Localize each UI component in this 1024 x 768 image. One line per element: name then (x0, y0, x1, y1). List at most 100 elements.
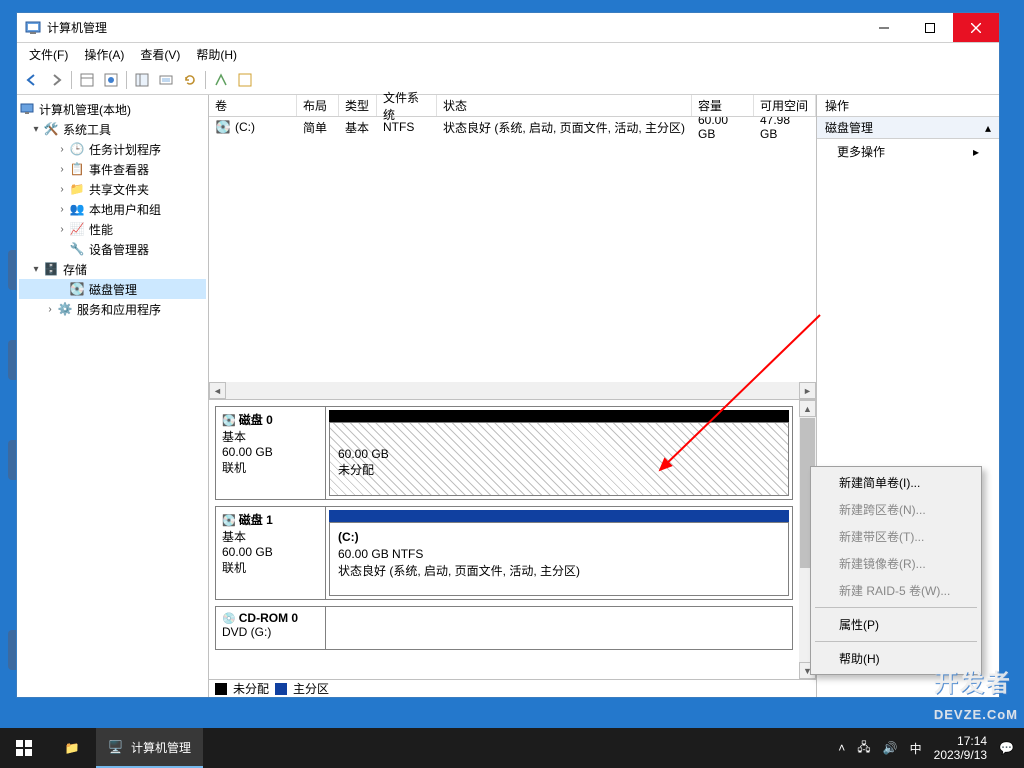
scroll-left-button[interactable]: ◄ (209, 382, 226, 399)
minimize-button[interactable] (861, 13, 907, 42)
menu-new-simple-volume[interactable]: 新建简单卷(I)... (813, 469, 979, 496)
toolbar-button[interactable] (155, 69, 177, 91)
menu-separator (815, 607, 977, 608)
disk1-partition-c[interactable]: (C:) 60.00 GB NTFS 状态良好 (系统, 启动, 页面文件, 活… (326, 507, 792, 599)
start-button[interactable] (0, 728, 48, 768)
tree-label: 本地用户和组 (89, 201, 161, 218)
col-capacity[interactable]: 容量 (692, 95, 754, 116)
taskbar-explorer[interactable]: 📁 (48, 728, 96, 768)
col-layout[interactable]: 布局 (297, 95, 339, 116)
hscrollbar[interactable]: ◄ ► (209, 382, 816, 399)
col-volume[interactable]: 卷 (209, 95, 297, 116)
disk-row-0: 💽 磁盘 0 基本 60.00 GB 联机 60.00 GB 未分配 (215, 406, 793, 500)
titlebar[interactable]: 计算机管理 (17, 13, 999, 43)
primary-stripe (329, 510, 789, 522)
system-tray: ˄ 🖧 🔊 中 17:14 2023/9/13 💬 (838, 728, 1024, 768)
collapse-icon[interactable]: ▾ (29, 264, 43, 275)
close-button[interactable] (953, 13, 999, 42)
col-status[interactable]: 状态 (437, 95, 692, 116)
tree-label: 性能 (89, 221, 113, 238)
menu-help[interactable]: 帮助(H) (188, 44, 245, 65)
toolbar-button[interactable] (210, 69, 232, 91)
app-icon: 🖥️ (108, 740, 123, 754)
legend-label: 未分配 (233, 680, 269, 697)
tree-root[interactable]: 计算机管理(本地) (19, 99, 206, 119)
tree-performance[interactable]: ›📈性能 (19, 219, 206, 239)
tree-label: 任务计划程序 (89, 141, 161, 158)
toolbar-button[interactable] (131, 69, 153, 91)
toolbar-button[interactable] (100, 69, 122, 91)
tray-ime[interactable]: 中 (910, 740, 922, 757)
tree-label: 磁盘管理 (89, 281, 137, 298)
disk-info-0[interactable]: 💽 磁盘 0 基本 60.00 GB 联机 (216, 407, 326, 499)
toolbar (17, 65, 999, 95)
center-pane: 卷 布局 类型 文件系统 状态 容量 可用空间 💽(C:) 简单 基本 NTFS… (209, 95, 817, 697)
disk-info-cdrom[interactable]: 💿 CD-ROM 0 DVD (G:) (216, 607, 326, 649)
collapse-icon[interactable]: ▾ (29, 124, 43, 135)
disk0-partition-unallocated[interactable]: 60.00 GB 未分配 (326, 407, 792, 499)
menu-new-striped-volume: 新建带区卷(T)... (813, 523, 979, 550)
volume-header: 卷 布局 类型 文件系统 状态 容量 可用空间 (209, 95, 816, 117)
volume-row[interactable]: 💽(C:) 简单 基本 NTFS 状态良好 (系统, 启动, 页面文件, 活动,… (209, 117, 816, 137)
forward-button[interactable] (45, 69, 67, 91)
menu-new-spanned-volume: 新建跨区卷(N)... (813, 496, 979, 523)
menu-view[interactable]: 查看(V) (132, 44, 188, 65)
tray-time[interactable]: 17:14 (934, 734, 987, 748)
menu-file[interactable]: 文件(F) (21, 44, 76, 65)
clock-icon: 🕒 (69, 141, 85, 157)
tray-network-icon[interactable]: 🖧 (857, 738, 870, 759)
storage-icon: 🗄️ (43, 261, 59, 277)
tray-date[interactable]: 2023/9/13 (934, 748, 987, 762)
legend-label: 主分区 (293, 680, 329, 697)
toolbar-button[interactable] (76, 69, 98, 91)
vol-free: 47.98 GB (754, 119, 816, 135)
actions-more[interactable]: 更多操作 ▸ (817, 139, 999, 164)
legend-swatch-unallocated (215, 683, 227, 695)
tray-notifications-icon[interactable]: 💬 (999, 741, 1014, 755)
watermark: 开发者DEVZE.CoM (934, 663, 1018, 726)
tree-label: 共享文件夹 (89, 181, 149, 198)
tray-volume-icon[interactable]: 🔊 (883, 741, 898, 755)
tree-task-scheduler[interactable]: ›🕒任务计划程序 (19, 139, 206, 159)
tree-label: 服务和应用程序 (77, 301, 161, 318)
menubar: 文件(F) 操作(A) 查看(V) 帮助(H) (17, 43, 999, 65)
vol-fs: NTFS (377, 119, 437, 135)
col-free[interactable]: 可用空间 (754, 95, 816, 116)
menu-action[interactable]: 操作(A) (76, 44, 132, 65)
share-icon: 📁 (69, 181, 85, 197)
disk-info-1[interactable]: 💽 磁盘 1 基本 60.00 GB 联机 (216, 507, 326, 599)
vol-status: 状态良好 (系统, 启动, 页面文件, 活动, 主分区) (437, 119, 692, 135)
log-icon: 📋 (69, 161, 85, 177)
tree-label: 事件查看器 (89, 161, 149, 178)
users-icon: 👥 (69, 201, 85, 217)
taskbar-app-active[interactable]: 🖥️ 计算机管理 (96, 728, 203, 768)
tree-services-apps[interactable]: ›⚙️服务和应用程序 (19, 299, 206, 319)
tree-disk-management[interactable]: 💽磁盘管理 (19, 279, 206, 299)
vol-type: 基本 (339, 119, 377, 135)
disk-icon: 💽 (69, 281, 85, 297)
help-button[interactable] (234, 69, 256, 91)
tree-event-viewer[interactable]: ›📋事件查看器 (19, 159, 206, 179)
refresh-button[interactable] (179, 69, 201, 91)
taskbar-app-label: 计算机管理 (131, 739, 191, 756)
menu-properties[interactable]: 属性(P) (813, 611, 979, 638)
scroll-track[interactable] (226, 382, 799, 399)
back-button[interactable] (21, 69, 43, 91)
vol-name: (C:) (235, 120, 255, 134)
col-fs[interactable]: 文件系统 (377, 95, 437, 116)
scroll-up-button[interactable]: ▲ (799, 400, 816, 417)
tray-chevron-icon[interactable]: ˄ (838, 741, 845, 755)
disk-row-cdrom: 💿 CD-ROM 0 DVD (G:) (215, 606, 793, 650)
actions-section[interactable]: 磁盘管理 ▴ (817, 117, 999, 139)
scroll-right-button[interactable]: ► (799, 382, 816, 399)
tree-storage[interactable]: ▾🗄️存储 (19, 259, 206, 279)
col-type[interactable]: 类型 (339, 95, 377, 116)
tree-system-tools[interactable]: ▾🛠️系统工具 (19, 119, 206, 139)
tree-device-manager[interactable]: 🔧设备管理器 (19, 239, 206, 259)
tree-shared-folders[interactable]: ›📁共享文件夹 (19, 179, 206, 199)
maximize-button[interactable] (907, 13, 953, 42)
volume-list[interactable]: 💽(C:) 简单 基本 NTFS 状态良好 (系统, 启动, 页面文件, 活动,… (209, 117, 816, 382)
tree-local-users[interactable]: ›👥本地用户和组 (19, 199, 206, 219)
nav-tree: 计算机管理(本地) ▾🛠️系统工具 ›🕒任务计划程序 ›📋事件查看器 ›📁共享文… (17, 95, 209, 697)
taskbar: 📁 🖥️ 计算机管理 ˄ 🖧 🔊 中 17:14 2023/9/13 💬 (0, 728, 1024, 768)
